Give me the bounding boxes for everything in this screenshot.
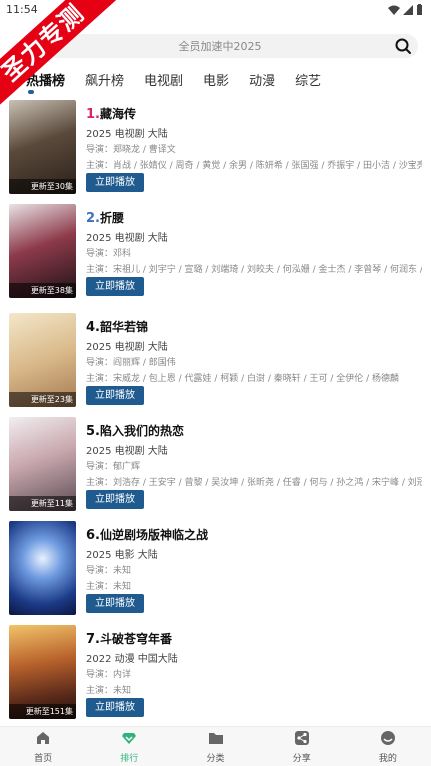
list-item[interactable]: 更新至30集 1.藏海传 2025 电视剧 大陆 导演：郑晓龙 / 曹译文 主演… [0,100,431,200]
rank-number: 6. [86,528,100,543]
poster-image[interactable]: 更新至30集 [9,100,76,194]
item-title[interactable]: 1.藏海传 [86,105,136,122]
poster-update-badge: 更新至11集 [9,496,76,511]
play-button[interactable]: 立即播放 [86,698,144,717]
item-director: 导演：阎丽辉 / 郎国伟 [86,358,176,368]
bottom-nav: 首页 排行 分类 分享 我的 [0,726,431,766]
status-icons [388,4,423,15]
tab-variety[interactable]: 综艺 [295,70,321,89]
rank-number: 2. [86,211,100,226]
item-cast: 主演：肖战 / 张婧仪 / 周奇 / 黄觉 / 余男 / 陈妍希 / 张国强 /… [86,161,422,171]
category-tabs: 热播榜 飙升榜 电视剧 电影 动漫 综艺 [26,67,341,94]
item-director: 导演：内详 [86,670,132,680]
search-placeholder: 全员加速中2025 [178,40,262,53]
rank-number: 1. [86,107,100,122]
tab-rising[interactable]: 飙升榜 [85,70,124,89]
item-title[interactable]: 7.斗破苍穹年番 [86,630,172,647]
item-director: 导演：邓科 [86,249,132,259]
play-button[interactable]: 立即播放 [86,594,144,613]
rank-number: 5. [86,424,100,439]
poster-update-badge: 更新至151集 [9,704,76,719]
item-director: 导演：郑晓龙 / 曹译文 [86,145,176,155]
nav-category[interactable]: 分类 [172,727,258,766]
item-cast: 主演：宋威龙 / 包上恩 / 代露娃 / 柯颖 / 白澍 / 秦晓轩 / 王可 … [86,374,400,384]
play-button[interactable]: 立即播放 [86,386,144,405]
poster-image[interactable]: 更新至11集 [9,417,76,511]
poster-image[interactable]: 更新至38集 [9,204,76,298]
item-cast: 主演：宋祖儿 / 刘宇宁 / 宣璐 / 刘端琦 / 刘皎夫 / 何泓姗 / 金士… [86,265,422,275]
share-icon [294,731,309,745]
item-director: 导演：郁广辉 [86,462,141,472]
play-button[interactable]: 立即播放 [86,277,144,296]
item-meta: 2025 电视剧 大陆 [86,342,168,353]
list-item[interactable]: 更新至38集 2.折腰 2025 电视剧 大陆 导演：邓科 主演：宋祖儿 / 刘… [0,204,431,304]
list-item[interactable]: 更新至23集 4.韶华若锦 2025 电视剧 大陆 导演：阎丽辉 / 郎国伟 主… [0,313,431,413]
item-cast: 主演：未知 [86,686,132,696]
home-icon [37,732,50,744]
ranking-icon [122,733,137,744]
folder-icon [208,733,223,744]
rank-number: 7. [86,632,100,647]
tab-anime[interactable]: 动漫 [249,70,275,89]
item-title[interactable]: 4.韶华若锦 [86,318,148,335]
item-cast: 主演：刘浩存 / 王安宇 / 曾黎 / 吴汝坤 / 张昕尧 / 任睿 / 何与 … [86,478,422,488]
list-item[interactable]: 更新至11集 5.陷入我们的热恋 2025 电视剧 大陆 导演：郁广辉 主演：刘… [0,417,431,517]
item-meta: 2022 动漫 中国大陆 [86,654,178,665]
tab-movie[interactable]: 电影 [203,70,229,89]
poster-update-badge: 更新至23集 [9,392,76,407]
item-title[interactable]: 2.折腰 [86,209,124,226]
item-title[interactable]: 5.陷入我们的热恋 [86,422,184,439]
nav-home[interactable]: 首页 [0,727,86,766]
poster-image[interactable]: 更新至151集 [9,625,76,719]
poster-update-badge: 更新至38集 [9,283,76,298]
item-meta: 2025 电影 大陆 [86,550,158,561]
play-button[interactable]: 立即播放 [86,173,144,192]
item-meta: 2025 电视剧 大陆 [86,129,168,140]
battery-icon [417,4,422,15]
rank-number: 4. [86,320,100,335]
item-meta: 2025 电视剧 大陆 [86,446,168,457]
tab-tv[interactable]: 电视剧 [144,70,183,89]
wifi-icon [388,5,400,15]
search-bar[interactable]: 全员加速中2025 [22,34,418,58]
list-item[interactable]: 6.仙逆剧场版神临之战 2025 电影 大陆 导演：未知 主演：未知 立即播放 [0,521,431,621]
poster-update-badge: 更新至30集 [9,179,76,194]
poster-image[interactable] [9,521,76,615]
tab-indicator [28,89,34,94]
status-time: 11:54 [6,3,38,16]
profile-icon [380,731,395,745]
poster-image[interactable]: 更新至23集 [9,313,76,407]
nav-ranking[interactable]: 排行 [86,727,172,766]
item-meta: 2025 电视剧 大陆 [86,233,168,244]
nav-profile[interactable]: 我的 [345,727,431,766]
item-director: 导演：未知 [86,566,132,576]
list-item[interactable]: 更新至151集 7.斗破苍穹年番 2022 动漫 中国大陆 导演：内详 主演：未… [0,625,431,725]
search-icon[interactable] [394,37,412,55]
item-title[interactable]: 6.仙逆剧场版神临之战 [86,526,208,543]
item-cast: 主演：未知 [86,582,132,592]
signal-icon [403,4,413,15]
nav-share[interactable]: 分享 [259,727,345,766]
play-button[interactable]: 立即播放 [86,490,144,509]
